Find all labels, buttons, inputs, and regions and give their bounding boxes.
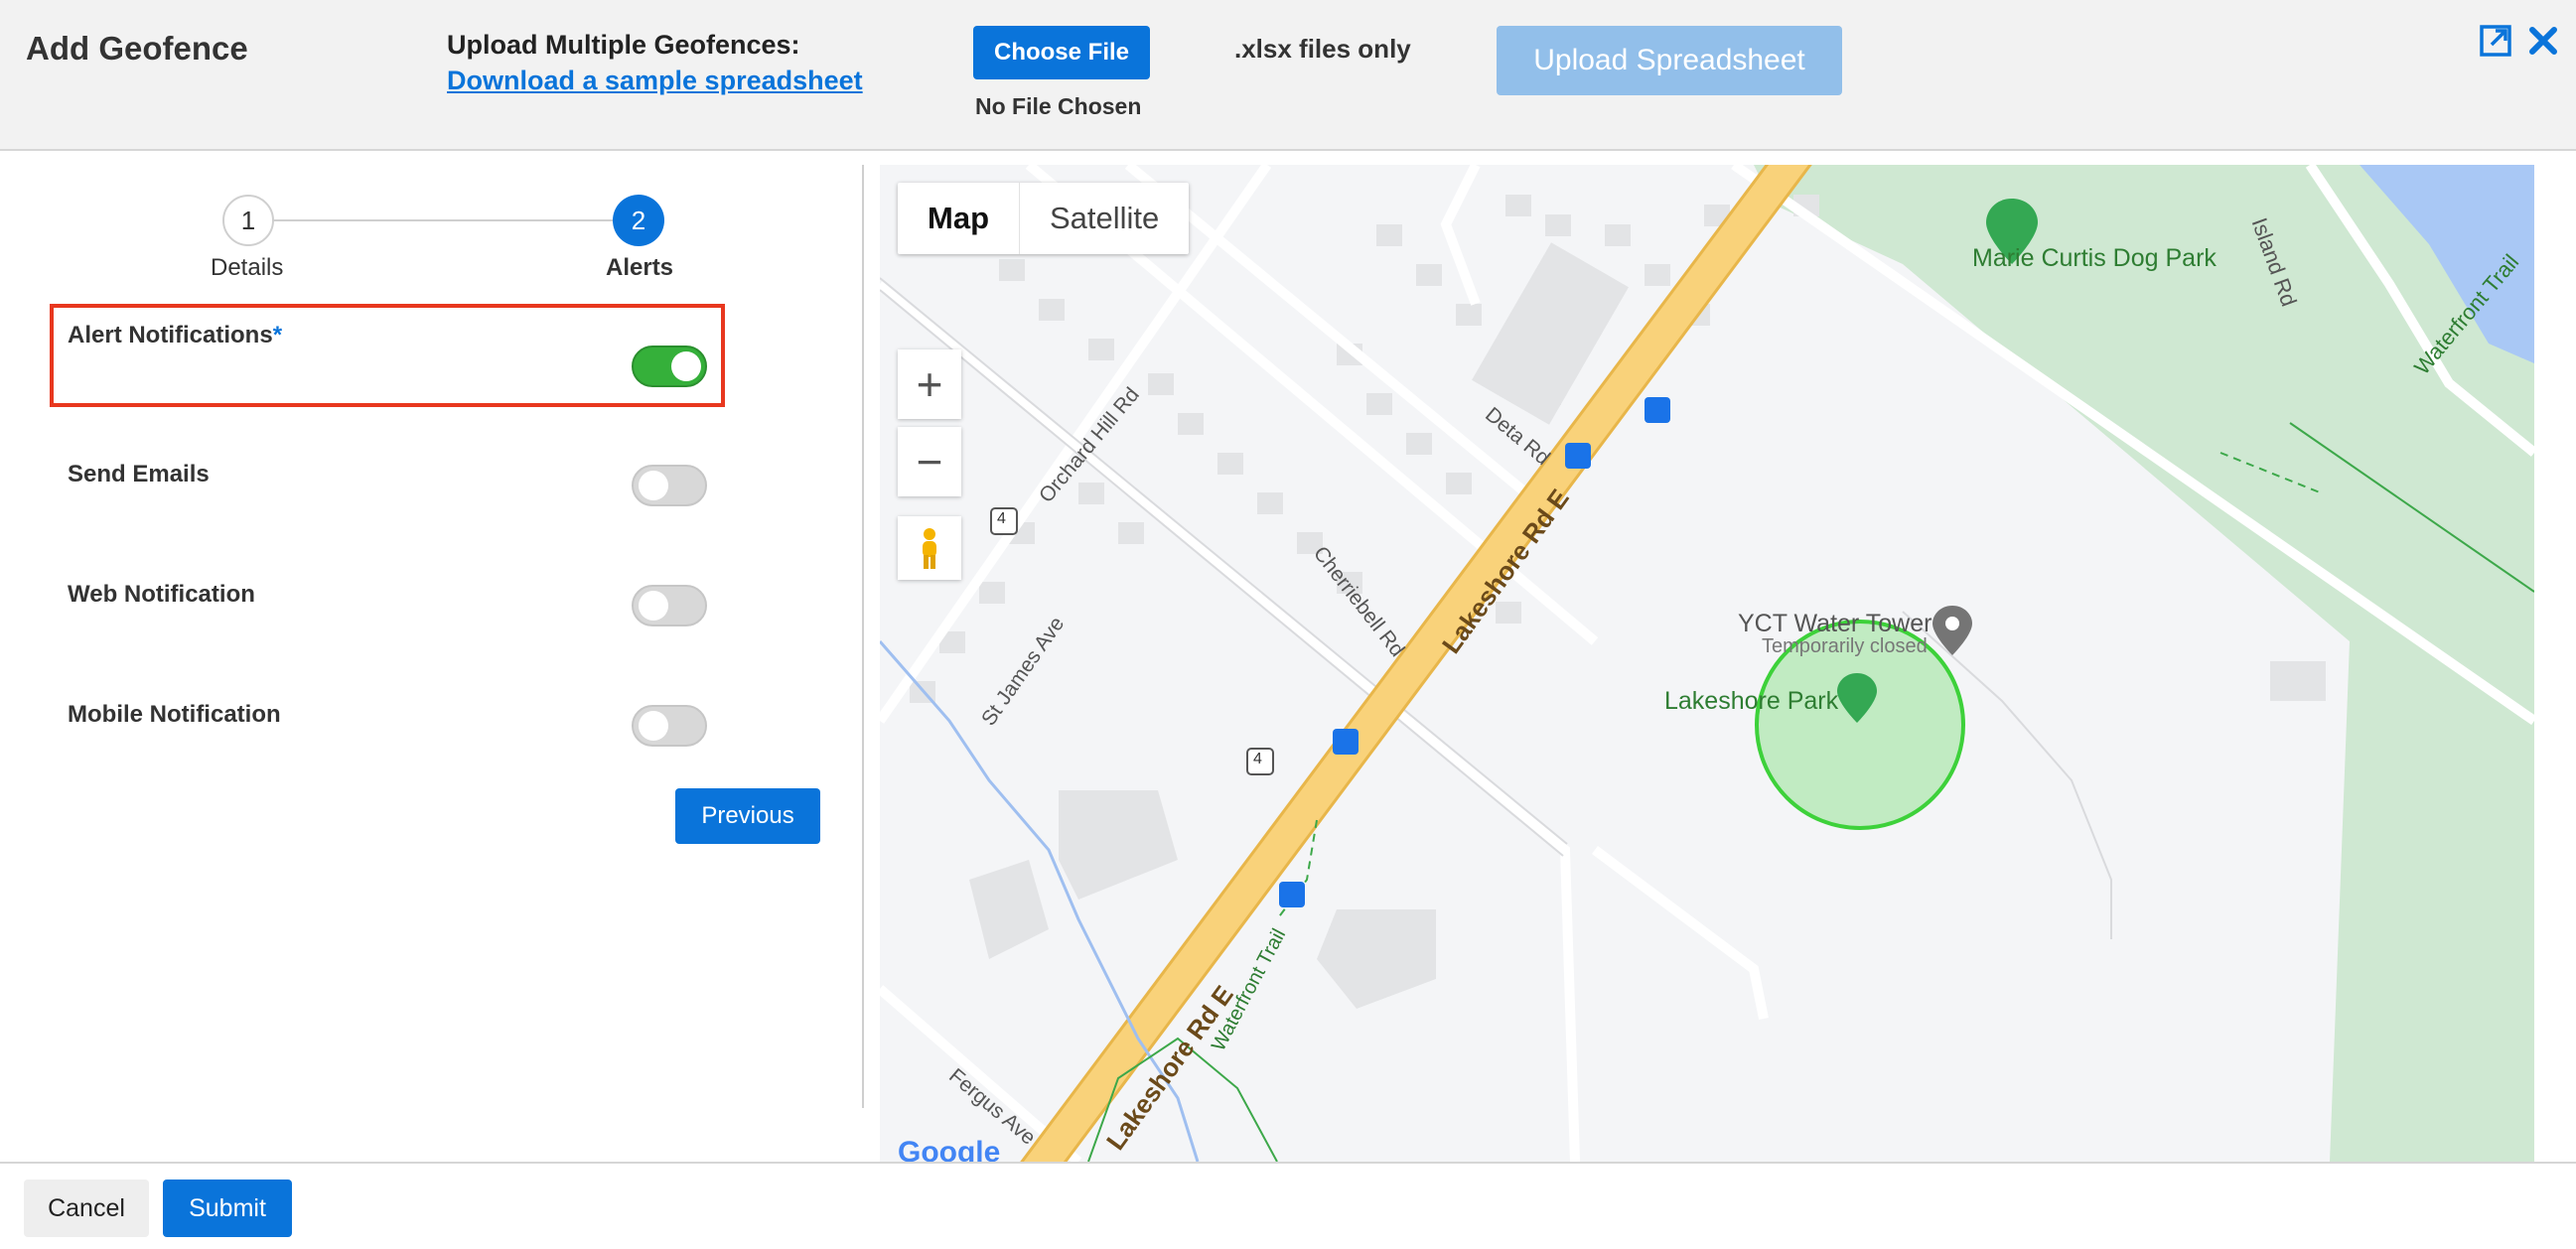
panel-divider	[862, 165, 864, 1108]
step-2-circle[interactable]: 2	[613, 195, 664, 246]
map-canvas[interactable]	[880, 165, 2534, 1162]
submit-button[interactable]: Submit	[163, 1180, 292, 1237]
bus-stop-icons	[1279, 397, 1670, 907]
upload-multiple-label: Upload Multiple Geofences:	[447, 30, 800, 60]
map-type-satellite-button[interactable]: Satellite	[1020, 183, 1189, 254]
web-notification-toggle[interactable]	[632, 585, 707, 626]
map-view[interactable]: Marie Curtis Dog Park Island Rd Waterfro…	[880, 165, 2534, 1162]
step-1-circle[interactable]: 1	[222, 195, 274, 246]
stepper-line	[248, 219, 639, 221]
zoom-in-button[interactable]: +	[898, 349, 961, 419]
required-marker: *	[272, 322, 283, 348]
alerts-panel: 1 2 Details Alerts Alert Notifications* …	[0, 153, 864, 1106]
alert-notifications-highlight	[50, 304, 725, 407]
alert-notifications-toggle[interactable]	[632, 346, 707, 387]
file-type-note: .xlsx files only	[1234, 34, 1411, 64]
mobile-notification-label: Mobile Notification	[68, 701, 281, 728]
toggle-knob	[639, 591, 668, 621]
send-emails-label: Send Emails	[68, 461, 210, 487]
lakeshore-road	[1023, 165, 1809, 1162]
modal-title: Add Geofence	[26, 30, 248, 67]
upload-spreadsheet-button[interactable]: Upload Spreadsheet	[1497, 26, 1842, 95]
zoom-out-button[interactable]: −	[898, 427, 961, 496]
pegman-icon	[923, 528, 936, 569]
alert-notifications-label: Alert Notifications*	[68, 322, 283, 348]
close-icon[interactable]	[2526, 24, 2560, 58]
download-sample-link[interactable]: Download a sample spreadsheet	[447, 66, 863, 96]
cancel-button[interactable]: Cancel	[24, 1180, 149, 1237]
toggle-knob	[671, 351, 701, 381]
mobile-notification-toggle[interactable]	[632, 705, 707, 747]
map-type-map-button[interactable]: Map	[898, 183, 1020, 254]
web-notification-label: Web Notification	[68, 581, 255, 608]
google-logo: Google	[898, 1136, 1001, 1162]
water-tower-label: YCT Water Tower	[1738, 610, 1932, 637]
map-type-control: Map Satellite	[898, 183, 1190, 254]
modal-header: Add Geofence Upload Multiple Geofences: …	[0, 0, 2576, 151]
street-view-button[interactable]	[898, 516, 961, 580]
no-file-chosen-text: No File Chosen	[975, 93, 1142, 119]
previous-button[interactable]: Previous	[675, 788, 820, 844]
dog-park-label: Marie Curtis Dog Park	[1972, 244, 2217, 272]
lakeshore-park-label: Lakeshore Park	[1664, 687, 1839, 715]
choose-file-button[interactable]: Choose File	[973, 26, 1150, 79]
send-emails-toggle[interactable]	[632, 465, 707, 506]
modal-footer: Cancel Submit	[0, 1162, 2576, 1249]
pin-dot	[1945, 617, 1959, 630]
step-1-label: Details	[211, 254, 284, 281]
toggle-knob	[639, 711, 668, 741]
toggle-knob	[639, 471, 668, 500]
route-4-label-south: 4	[1253, 751, 1262, 767]
route-4-label-north: 4	[997, 510, 1006, 527]
step-2-label: Alerts	[606, 254, 674, 281]
expand-icon[interactable]	[2479, 24, 2512, 58]
temporarily-closed-label: Temporarily closed	[1762, 635, 1928, 657]
